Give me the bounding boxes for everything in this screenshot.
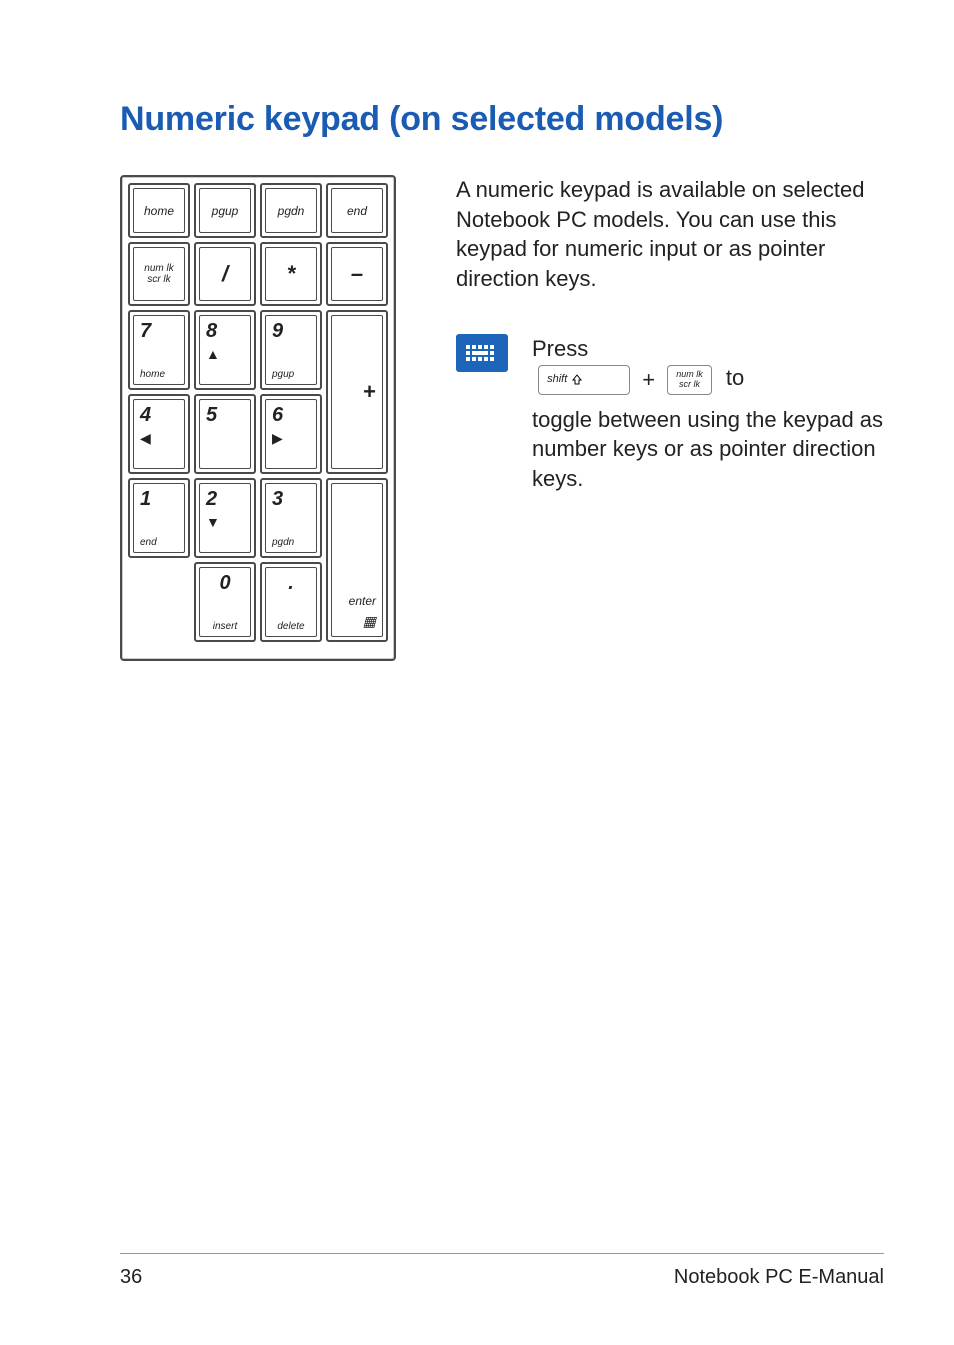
key-plus-label: + (363, 379, 376, 405)
page-footer: 36 Notebook PC E-Manual (120, 1253, 884, 1289)
shift-keycap: shift (538, 365, 630, 395)
page-title: Numeric keypad (on selected models) (120, 100, 884, 139)
key-7: 7 home (128, 310, 190, 390)
key-end-label: end (332, 204, 382, 218)
footer-label: Notebook PC E-Manual (674, 1266, 884, 1289)
to-word: to (726, 365, 744, 390)
key-3-num: 3 (272, 488, 283, 511)
key-star-label: * (266, 261, 316, 287)
key-star: * (260, 242, 322, 306)
key-plus: + (326, 310, 388, 474)
key-0-num: 0 (200, 572, 250, 595)
key-9-num: 9 (272, 320, 283, 343)
key-1-sub: end (140, 537, 157, 548)
key-pgup-label: pgup (200, 204, 250, 218)
keyboard-tip-icon (456, 334, 508, 372)
key-1-num: 1 (140, 488, 151, 511)
key-numlk-label: num lk scr lk (134, 263, 184, 285)
key-dot-sub: delete (266, 621, 316, 632)
plus-separator: + (642, 365, 655, 395)
manual-page: Numeric keypad (on selected models) home… (0, 0, 954, 1345)
key-6: 6 ▶ (260, 394, 322, 474)
key-enter-label: enter (349, 594, 376, 608)
key-2: 2 ▼ (194, 478, 256, 558)
key-slash-label: / (200, 261, 250, 287)
key-3: 3 pgdn (260, 478, 322, 558)
page-number: 36 (120, 1266, 142, 1289)
key-2-num: 2 (206, 488, 217, 511)
key-minus-label: – (332, 261, 382, 287)
tip-row: Press shift + num lk scr lk to (456, 334, 884, 494)
key-4-arrow-left-icon: ◀ (140, 430, 151, 447)
key-home-label: home (134, 204, 184, 218)
key-6-arrow-right-icon: ▶ (272, 430, 283, 447)
key-pgup: pgup (194, 183, 256, 238)
key-6-num: 6 (272, 404, 283, 427)
key-4-num: 4 (140, 404, 151, 427)
key-minus: – (326, 242, 388, 306)
key-8-arrow-up-icon: ▲ (206, 346, 220, 362)
key-home: home (128, 183, 190, 238)
content-row: home pgup pgdn end num lk scr lk / * – (120, 175, 884, 661)
key-numlk: num lk scr lk (128, 242, 190, 306)
key-dot-sym: . (266, 572, 316, 595)
tip-text: Press shift + num lk scr lk to (532, 334, 884, 494)
key-5-num: 5 (206, 404, 217, 427)
calc-icon: ▦ (363, 613, 376, 630)
key-pgdn: pgdn (260, 183, 322, 238)
key-0: 0 insert (194, 562, 256, 642)
keypad-outer: home pgup pgdn end num lk scr lk / * – (120, 175, 396, 661)
tip-rest: toggle between using the keypad as numbe… (532, 407, 883, 491)
keypad-figure: home pgup pgdn end num lk scr lk / * – (120, 175, 396, 661)
key-slash: / (194, 242, 256, 306)
key-dot: . delete (260, 562, 322, 642)
numlk-keycap: num lk scr lk (667, 365, 712, 395)
key-8-num: 8 (206, 320, 217, 343)
intro-text: A numeric keypad is available on selecte… (456, 175, 884, 294)
key-pgdn-label: pgdn (266, 204, 316, 218)
key-5: 5 (194, 394, 256, 474)
key-7-sub: home (140, 369, 165, 380)
key-9-sub: pgup (272, 369, 294, 380)
key-9: 9 pgup (260, 310, 322, 390)
key-0-sub: insert (200, 621, 250, 632)
key-3-sub: pgdn (272, 537, 294, 548)
key-4: 4 ◀ (128, 394, 190, 474)
press-word: Press (532, 336, 588, 361)
right-column: A numeric keypad is available on selecte… (456, 175, 884, 494)
key-end: end (326, 183, 388, 238)
key-enter: enter ▦ (326, 478, 388, 642)
key-8: 8 ▲ (194, 310, 256, 390)
key-2-arrow-down-icon: ▼ (206, 514, 220, 530)
key-7-num: 7 (140, 320, 151, 343)
key-1: 1 end (128, 478, 190, 558)
